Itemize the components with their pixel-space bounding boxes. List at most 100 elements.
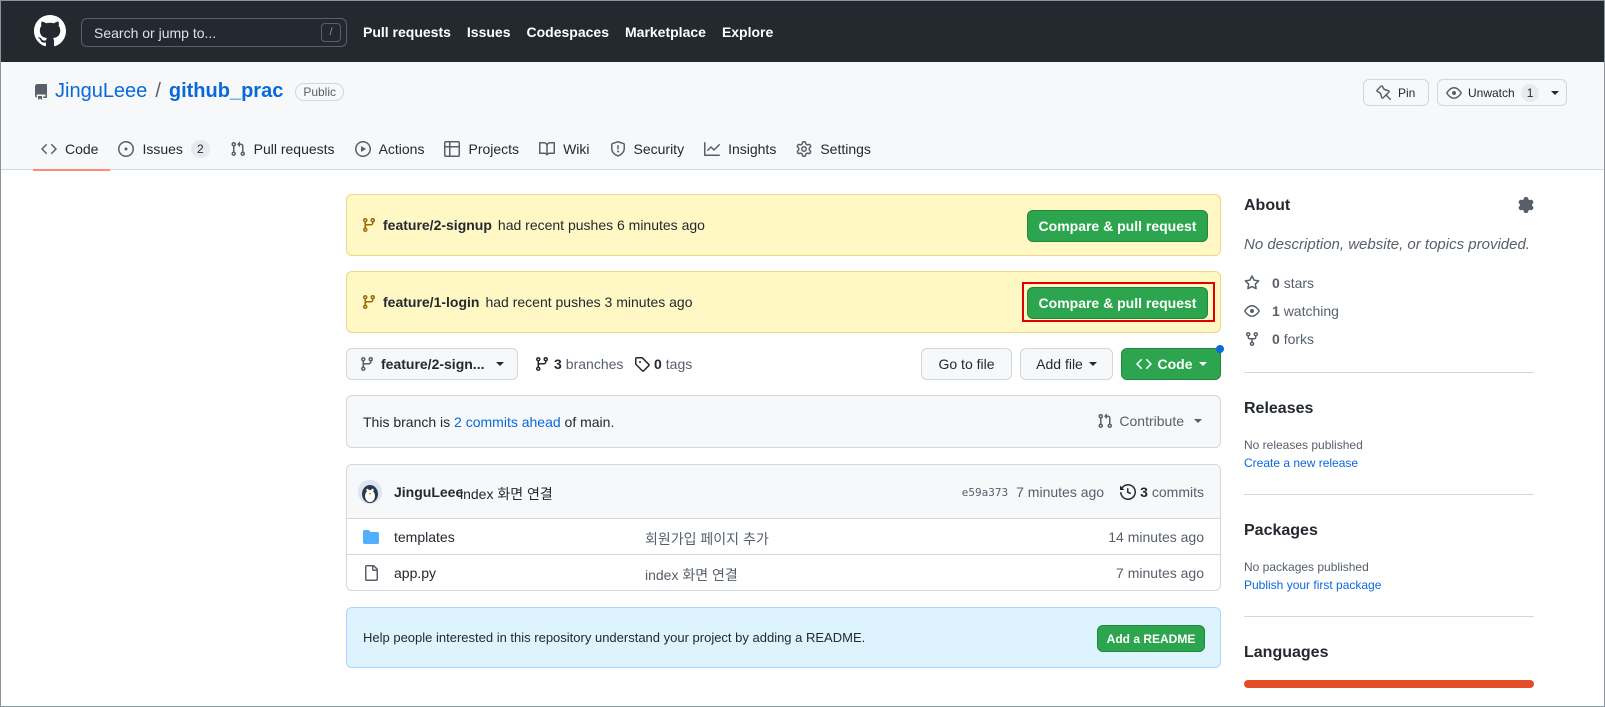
search-input[interactable]: Search or jump to... / bbox=[81, 18, 347, 47]
tags-link[interactable]: 0 tags bbox=[634, 356, 692, 372]
github-logo-icon[interactable] bbox=[34, 15, 66, 47]
forks-label: forks bbox=[1283, 331, 1315, 347]
folder-icon bbox=[363, 530, 379, 544]
file-name[interactable]: templates bbox=[394, 529, 455, 545]
branches-link[interactable]: 3 branches bbox=[534, 356, 623, 372]
penguin-avatar-icon bbox=[358, 480, 382, 504]
latest-commit-row: JinguLeee index 화면 연결 e59a373 7 minutes … bbox=[347, 465, 1220, 519]
search-placeholder: Search or jump to... bbox=[94, 24, 217, 41]
tab-label: Projects bbox=[468, 141, 520, 157]
no-releases-text: No releases published bbox=[1244, 438, 1363, 452]
nav-pull-requests[interactable]: Pull requests bbox=[363, 24, 451, 40]
tab-issues[interactable]: Issues 2 bbox=[110, 128, 221, 170]
tab-security[interactable]: Security bbox=[602, 128, 697, 170]
tags-label: tags bbox=[665, 356, 693, 372]
pin-icon bbox=[1376, 84, 1392, 100]
publish-package-link[interactable]: Publish your first package bbox=[1244, 578, 1381, 592]
languages-heading: Languages bbox=[1244, 644, 1329, 661]
repo-icon bbox=[35, 83, 47, 100]
repo-owner-link[interactable]: JinguLeee bbox=[55, 80, 147, 103]
add-readme-prompt: Help people interested in this repositor… bbox=[346, 607, 1221, 668]
file-row[interactable]: templates 회원가입 페이지 추가 14 minutes ago bbox=[347, 519, 1220, 555]
add-file-button[interactable]: Add file bbox=[1020, 348, 1113, 380]
code-dropdown-button[interactable]: Code bbox=[1121, 348, 1221, 380]
stars-label: stars bbox=[1283, 275, 1315, 291]
chevron-down-icon bbox=[1194, 419, 1202, 423]
chevron-down-icon[interactable] bbox=[1551, 90, 1560, 95]
go-to-file-button[interactable]: Go to file bbox=[921, 348, 1012, 380]
tab-label: Insights bbox=[728, 141, 777, 157]
create-release-link[interactable]: Create a new release bbox=[1244, 456, 1358, 470]
banner-branch-name[interactable]: feature/1-login bbox=[383, 294, 479, 310]
nav-marketplace[interactable]: Marketplace bbox=[625, 24, 706, 40]
forks-link[interactable]: 0 forks bbox=[1244, 331, 1314, 347]
packages-heading[interactable]: Packages bbox=[1244, 522, 1318, 540]
tab-label: Pull requests bbox=[253, 141, 335, 157]
banner-text: feature/1-login had recent pushes 3 minu… bbox=[361, 294, 693, 310]
banner-branch-name[interactable]: feature/2-signup bbox=[383, 217, 492, 233]
repo-path-separator: / bbox=[155, 80, 161, 102]
file-commit-message[interactable]: index 화면 연결 bbox=[645, 565, 738, 585]
releases-heading[interactable]: Releases bbox=[1244, 400, 1313, 418]
commits-ahead-link[interactable]: 2 commits ahead bbox=[454, 414, 561, 430]
commit-sha[interactable]: e59a373 bbox=[962, 486, 1008, 499]
about-description: No description, website, or topics provi… bbox=[1244, 236, 1530, 253]
pull-request-icon bbox=[231, 141, 245, 157]
tab-pull-requests[interactable]: Pull requests bbox=[222, 128, 347, 170]
tab-code[interactable]: Code bbox=[33, 128, 111, 171]
watchers-link[interactable]: 1 watching bbox=[1244, 303, 1339, 319]
global-header: Search or jump to... / Pull requests Iss… bbox=[1, 1, 1604, 62]
issues-count-badge: 2 bbox=[190, 140, 210, 158]
star-icon bbox=[1244, 275, 1260, 290]
branch-selector[interactable]: feature/2-sign... bbox=[346, 348, 518, 380]
code-label: Code bbox=[1157, 356, 1193, 372]
tab-settings[interactable]: Settings bbox=[788, 128, 883, 170]
about-heading: About bbox=[1244, 197, 1291, 214]
issue-icon bbox=[118, 141, 135, 157]
repo-name-link[interactable]: github_prac bbox=[169, 80, 283, 103]
tab-label: Security bbox=[633, 141, 685, 157]
file-row[interactable]: app.py index 화면 연결 7 minutes ago bbox=[347, 555, 1220, 590]
contribute-dropdown[interactable]: Contribute bbox=[1097, 413, 1202, 429]
pin-button[interactable]: Pin bbox=[1363, 79, 1429, 106]
tab-wiki[interactable]: Wiki bbox=[531, 128, 601, 170]
slash-shortcut-key: / bbox=[321, 23, 341, 42]
watching-count: 1 bbox=[1272, 303, 1280, 319]
code-icon bbox=[41, 143, 57, 155]
add-file-label: Add file bbox=[1036, 356, 1083, 372]
compare-pull-request-button[interactable]: Compare & pull request bbox=[1027, 210, 1208, 242]
divider bbox=[1244, 494, 1534, 495]
file-name[interactable]: app.py bbox=[394, 565, 436, 581]
repo-header: JinguLeee / github_prac Public Pin Unwat… bbox=[1, 62, 1604, 171]
commit-message[interactable]: index 화면 연결 bbox=[460, 484, 553, 504]
tab-label: Actions bbox=[378, 141, 425, 157]
tab-actions[interactable]: Actions bbox=[347, 128, 437, 170]
commit-author[interactable]: JinguLeee bbox=[394, 484, 463, 500]
ahead-prefix: This branch is bbox=[363, 414, 451, 430]
watch-count: 1 bbox=[1520, 83, 1540, 102]
add-readme-button[interactable]: Add a README bbox=[1097, 625, 1205, 652]
branch-status-text: This branch is 2 commits ahead of main. bbox=[363, 414, 614, 430]
shield-icon bbox=[610, 141, 625, 157]
stars-link[interactable]: 0 stars bbox=[1244, 275, 1314, 291]
eye-icon bbox=[1244, 305, 1260, 317]
commits-history-link[interactable]: 3 commits bbox=[1120, 484, 1204, 500]
avatar[interactable] bbox=[358, 480, 382, 504]
notification-dot bbox=[1216, 345, 1224, 353]
file-age: 7 minutes ago bbox=[1116, 565, 1204, 581]
gear-icon[interactable] bbox=[1518, 197, 1534, 213]
branch-icon bbox=[360, 357, 373, 372]
nav-issues[interactable]: Issues bbox=[467, 24, 511, 40]
stars-count: 0 bbox=[1272, 275, 1280, 291]
pin-label: Pin bbox=[1398, 85, 1416, 100]
tab-label: Settings bbox=[820, 141, 871, 157]
file-commit-message[interactable]: 회원가입 페이지 추가 bbox=[645, 529, 769, 549]
branch-select-button[interactable]: feature/2-sign... bbox=[346, 348, 518, 380]
nav-explore[interactable]: Explore bbox=[722, 24, 773, 40]
unwatch-button[interactable]: Unwatch 1 bbox=[1437, 79, 1567, 106]
tab-label: Issues bbox=[142, 141, 183, 157]
commit-meta: e59a373 7 minutes ago 3 commits bbox=[962, 484, 1204, 500]
tab-insights[interactable]: Insights bbox=[696, 128, 788, 170]
nav-codespaces[interactable]: Codespaces bbox=[527, 24, 609, 40]
tab-projects[interactable]: Projects bbox=[436, 128, 531, 170]
